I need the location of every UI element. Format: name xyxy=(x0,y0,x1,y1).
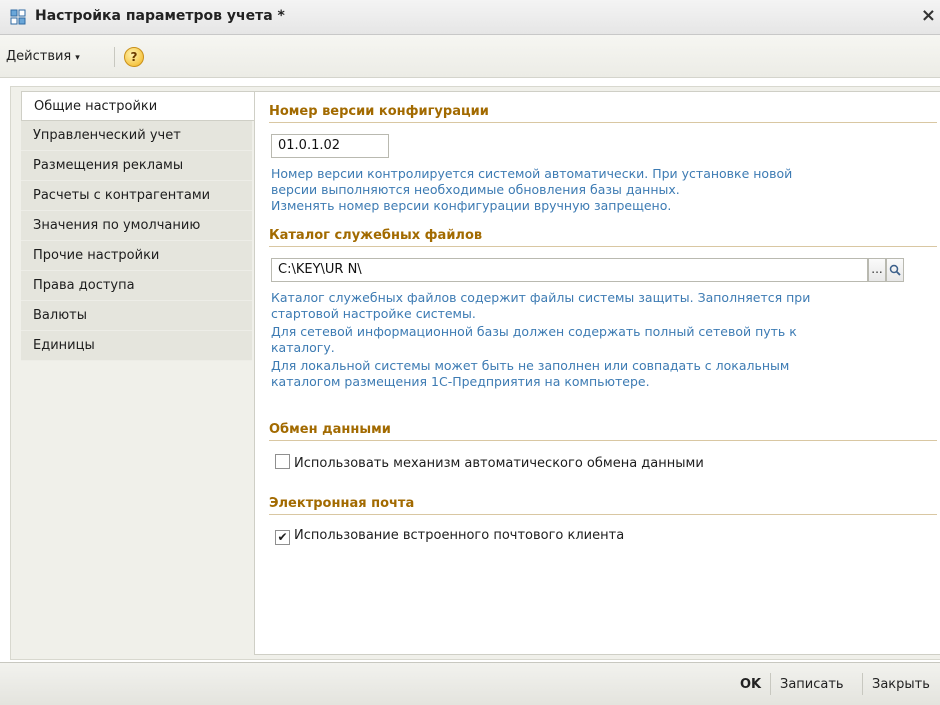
section-heading-version: Номер версии конфигурации xyxy=(269,104,937,123)
section-heading-catalog: Каталог служебных файлов xyxy=(269,228,937,247)
auto-exchange-option[interactable]: Использовать механизм автоматического об… xyxy=(275,454,704,471)
catalog-path-field[interactable]: C:\KEY\UR N\ xyxy=(271,258,868,282)
section-heading-email: Электронная почта xyxy=(269,496,937,515)
ok-button[interactable]: OK xyxy=(740,677,761,692)
sidebar-item-currencies[interactable]: Валюты xyxy=(21,301,252,331)
version-hint-line: Номер версии контролируется системой авт… xyxy=(271,166,793,181)
auto-exchange-label: Использовать механизм автоматического об… xyxy=(294,456,704,471)
footer-divider xyxy=(770,673,771,695)
dialog-footer: OK Записать Закрыть xyxy=(0,662,940,705)
sidebar-item-units[interactable]: Единицы xyxy=(21,331,252,361)
builtin-mail-client-option[interactable]: ✔ Использование встроенного почтового кли… xyxy=(275,528,624,545)
toolbar: Действия ▾ ? xyxy=(0,35,940,78)
sidebar-item-counterparty-settlements[interactable]: Расчеты с контрагентами xyxy=(21,181,252,211)
builtin-mail-client-label: Использование встроенного почтового клие… xyxy=(294,528,625,543)
checkmark-icon: ✔ xyxy=(277,530,288,544)
help-icon[interactable]: ? xyxy=(124,47,144,67)
chevron-down-icon: ▾ xyxy=(75,53,80,63)
sidebar-item-default-values[interactable]: Значения по умолчанию xyxy=(21,211,252,241)
actions-menu-label: Действия xyxy=(6,49,72,64)
version-hint-line: версии выполняются необходимые обновлени… xyxy=(271,182,680,197)
title-bar: Настройка параметров учета * × xyxy=(0,0,940,35)
catalog-hint-line: Каталог служебных файлов содержит файлы … xyxy=(271,290,811,305)
close-icon[interactable]: × xyxy=(921,5,936,26)
settings-sidebar: Общие настройки Управленческий учет Разм… xyxy=(21,91,254,361)
sidebar-item-access-rights[interactable]: Права доступа xyxy=(21,271,252,301)
actions-menu-button[interactable]: Действия ▾ xyxy=(6,49,80,64)
sidebar-item-general[interactable]: Общие настройки xyxy=(21,91,254,121)
settings-form-icon xyxy=(10,9,26,25)
browse-button[interactable]: ... xyxy=(868,258,886,282)
catalog-path-group: C:\KEY\UR N\ ... xyxy=(271,258,923,282)
catalog-hint-line: Для локальной системы может быть не запо… xyxy=(271,358,790,373)
toolbar-divider xyxy=(114,47,115,67)
close-button[interactable]: Закрыть xyxy=(872,677,930,692)
form-content: Общие настройки Управленческий учет Разм… xyxy=(10,86,940,660)
sidebar-item-other-settings[interactable]: Прочие настройки xyxy=(21,241,252,271)
auto-exchange-checkbox[interactable] xyxy=(275,454,290,469)
window-title: Настройка параметров учета * xyxy=(35,8,285,24)
footer-divider xyxy=(862,673,863,695)
version-number-field[interactable]: 01.0.1.02 xyxy=(271,134,389,158)
version-hint-line: Изменять номер версии конфигурации вручн… xyxy=(271,198,672,213)
save-button[interactable]: Записать xyxy=(780,677,844,692)
sidebar-item-ad-placements[interactable]: Размещения рекламы xyxy=(21,151,252,181)
catalog-hint-line: стартовой настройке системы. xyxy=(271,306,476,321)
general-settings-panel: Номер версии конфигурации 01.0.1.02 Номе… xyxy=(254,91,940,655)
search-button[interactable] xyxy=(886,258,904,282)
catalog-hint-line: Для сетевой информационной базы должен с… xyxy=(271,324,797,339)
sidebar-item-management-accounting[interactable]: Управленческий учет xyxy=(21,121,252,151)
builtin-mail-client-checkbox[interactable]: ✔ xyxy=(275,530,290,545)
catalog-hint-line: каталогу. xyxy=(271,340,335,355)
magnifier-icon xyxy=(889,264,901,276)
catalog-hint-line: каталогом размещения 1С-Предприятия на к… xyxy=(271,374,650,389)
section-heading-exchange: Обмен данными xyxy=(269,422,937,441)
